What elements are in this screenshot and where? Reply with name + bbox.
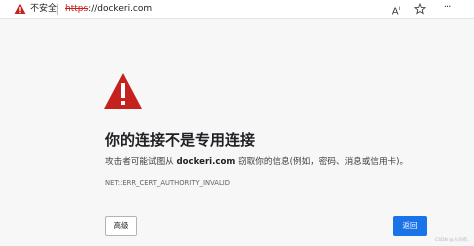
advanced-button[interactable]: 高级 [105, 216, 137, 236]
security-status-label[interactable]: 不安全 [30, 3, 57, 15]
error-code[interactable]: NET::ERR_CERT_AUTHORITY_INVALID [105, 178, 230, 188]
url-scheme: https [65, 4, 89, 14]
back-button[interactable]: 返回 [393, 216, 427, 236]
warning-triangle-icon[interactable] [14, 3, 26, 15]
watermark: CSDN @人间有.. [434, 238, 470, 243]
warning-icon [104, 73, 142, 109]
url-host: ://dockeri.com [88, 4, 153, 14]
error-message: 攻击者可能试图从 dockeri.com 窃取你的信息(例如，密码、消息或信用卡… [105, 156, 408, 168]
favorite-star-icon[interactable] [414, 3, 426, 15]
error-heading: 你的连接不是专用连接 [105, 131, 256, 149]
more-icon[interactable]: ··· [441, 2, 453, 14]
message-host: dockeri.com [176, 157, 236, 167]
read-aloud-icon[interactable]: Aı [390, 3, 402, 17]
browser-window: 不安全 https://dockeri.com Aı ··· 你的连接不是专用连… [0, 0, 474, 246]
address-separator [57, 4, 58, 15]
message-suffix: 窃取你的信息(例如，密码、消息或信用卡)。 [235, 157, 409, 167]
address-bar: 不安全 https://dockeri.com Aı ··· [0, 0, 474, 19]
message-prefix: 攻击者可能试图从 [105, 157, 177, 167]
url-field[interactable]: https://dockeri.com [65, 3, 152, 15]
